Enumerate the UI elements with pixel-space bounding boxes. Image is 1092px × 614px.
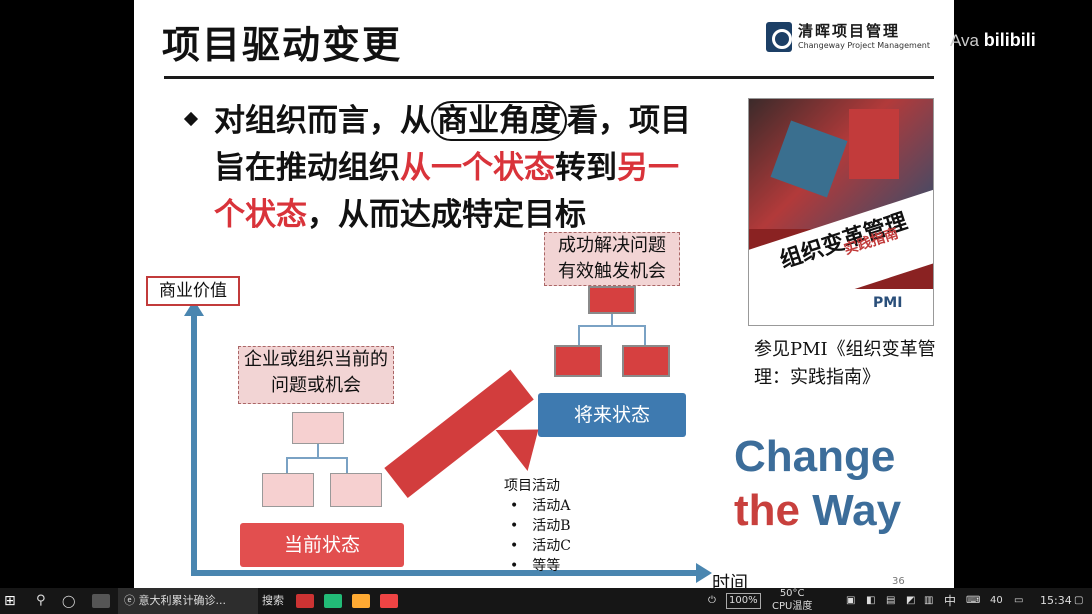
org-chart-connector <box>578 325 580 345</box>
video-watermark: Ava bilibili <box>950 30 1036 51</box>
slogan-way: Way <box>812 486 902 535</box>
activity-item: 等等 <box>504 556 571 576</box>
current-state-box: 当前状态 <box>240 523 404 567</box>
windows-taskbar: ⊞ ⚲ ◯ ⓔ 意大利累计确诊... 搜索 ⏻ 100% 50°C CPU温度 … <box>0 588 1092 614</box>
bullet-diamond-icon <box>183 111 199 127</box>
slide-title: 项目驱动变更 <box>162 23 403 67</box>
puzzle-piece-red <box>849 109 899 179</box>
logo-icon <box>766 22 792 52</box>
change-the-way-slogan: Change the Way <box>734 430 901 538</box>
search-icon[interactable]: ⚲ <box>36 588 46 614</box>
browser-task-icon: ⓔ <box>124 594 139 607</box>
cpu-temp-widget[interactable]: 50°C CPU温度 <box>772 587 812 613</box>
file-explorer-icon[interactable] <box>92 594 110 608</box>
taskbar-browser-task[interactable]: ⓔ 意大利累计确诊... <box>118 588 258 614</box>
future-state-box: 将来状态 <box>538 393 686 437</box>
network-icon[interactable]: ▥ <box>924 588 933 614</box>
start-button[interactable]: ⊞ <box>4 588 26 614</box>
activities-heading: 项目活动 <box>504 478 560 494</box>
book-cover-image: 组织变革管理 实践指南 PMI <box>748 98 934 326</box>
cpu-temperature: 50°C <box>779 588 805 599</box>
keyboard-icon[interactable]: ⌨ <box>966 588 980 614</box>
future-note-line-2: 有效触发机会 <box>558 261 666 282</box>
x-axis-label: 时间 <box>712 573 748 588</box>
current-problem-note: 企业或组织当前的问题或机会 <box>238 346 394 404</box>
page-number: 36 <box>892 576 905 587</box>
logo-english-text: Changeway Project Management <box>798 41 930 50</box>
org-chart-connector <box>346 457 348 473</box>
org-chart-connector <box>578 325 646 327</box>
future-outcome-note: 成功解决问题 有效触发机会 <box>544 232 680 286</box>
bullet-part: 转到 <box>555 150 617 186</box>
pmi-logo: PMI <box>873 295 903 311</box>
logo-chinese-text: 清晖项目管理 <box>798 22 901 40</box>
slogan-line-2: the Way <box>734 484 901 538</box>
notification-icon[interactable]: ▭ <box>1014 588 1023 614</box>
org-chart-node-red <box>588 286 636 314</box>
x-axis <box>191 570 701 576</box>
activities-list: 活动A 活动B 活动C 等等 <box>504 496 571 576</box>
action-center-icon[interactable]: ▢ <box>1074 588 1083 614</box>
book-caption: 参见PMI《组织变革管理：实践指南》 <box>754 339 936 388</box>
highlight-state: 个状态 <box>214 197 307 233</box>
system-clock[interactable]: 15:34 <box>1040 588 1072 614</box>
watermark-text: Ava <box>950 31 979 50</box>
slogan-the: the <box>734 486 800 535</box>
x-axis-arrow-icon <box>696 563 712 583</box>
project-activities: 项目活动 活动A 活动B 活动C 等等 <box>504 476 571 576</box>
activity-item: 活动A <box>504 496 571 516</box>
main-bullet-text: 对组织而言，从 商业角度 看，项目 旨在推动组织从一个状态转到另一 个状态，从而达成… <box>214 98 734 239</box>
tray-icon[interactable]: ▣ <box>846 588 855 614</box>
bilibili-logo: bilibili <box>983 30 1036 50</box>
bullet-part: 看，项目 <box>567 103 691 139</box>
slogan-line-1: Change <box>734 432 896 481</box>
activity-item: 活动B <box>504 516 571 536</box>
bullet-part: 对组织而言，从 <box>214 103 431 139</box>
future-note-line-1: 成功解决问题 <box>558 235 666 256</box>
bullet-part: ，从而达成特定目标 <box>307 197 586 233</box>
browser-task-label: 意大利累计确诊... <box>138 594 227 607</box>
app-icon[interactable] <box>324 594 342 608</box>
activity-item: 活动C <box>504 536 571 556</box>
tray-icon[interactable]: ◩ <box>906 588 915 614</box>
org-chart-connector <box>286 457 348 459</box>
bullet-part: 旨在推动组织 <box>214 150 400 186</box>
tray-icon[interactable]: ▤ <box>886 588 895 614</box>
screen: 项目驱动变更 清晖项目管理 Changeway Project Manageme… <box>0 0 1092 614</box>
powerpoint-icon[interactable] <box>380 594 398 608</box>
app-icon[interactable] <box>296 594 314 608</box>
title-underline <box>164 76 934 79</box>
circled-business-perspective: 商业角度 <box>431 101 567 141</box>
task-view-icon[interactable]: ◯ <box>62 588 75 614</box>
power-icon[interactable]: ⏻ <box>708 588 716 614</box>
taskbar-search-hint[interactable]: 搜索 <box>262 588 284 614</box>
tray-icon[interactable]: ◧ <box>866 588 875 614</box>
y-axis-label: 商业价值 <box>146 276 240 306</box>
org-chart-node <box>330 473 382 507</box>
book-cover-footer <box>749 289 933 325</box>
highlight-another: 另一 <box>617 150 679 186</box>
y-axis <box>191 312 197 574</box>
org-chart-node <box>292 412 344 444</box>
volume-indicator[interactable]: 40 <box>990 588 1003 614</box>
cpu-temp-label: CPU温度 <box>772 601 813 612</box>
org-chart-connector <box>286 457 288 473</box>
presentation-slide: 项目驱动变更 清晖项目管理 Changeway Project Manageme… <box>134 0 954 588</box>
org-chart-connector <box>644 325 646 345</box>
input-language-indicator[interactable]: 中 <box>944 588 956 614</box>
org-chart-node-red <box>622 345 670 377</box>
battery-indicator[interactable]: 100% <box>726 593 761 609</box>
org-chart-connector <box>317 444 319 458</box>
org-chart-node-red <box>554 345 602 377</box>
highlight-from-state: 从一个状态 <box>400 150 555 186</box>
app-icon[interactable] <box>352 594 370 608</box>
company-logo: 清晖项目管理 Changeway Project Management <box>766 20 938 56</box>
org-chart-node <box>262 473 314 507</box>
